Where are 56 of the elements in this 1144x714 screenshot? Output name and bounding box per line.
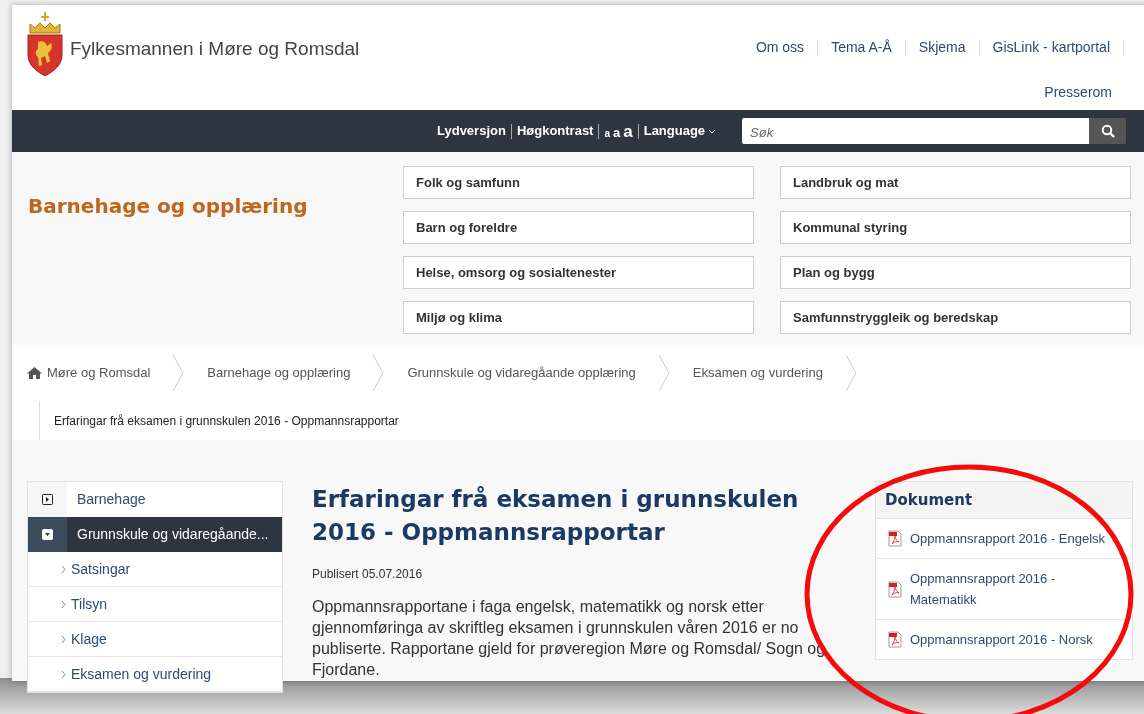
sidebar-item[interactable]: Grunnskule og vidaregåande... [28, 517, 282, 552]
top-link[interactable]: Om oss [755, 37, 805, 58]
search-field[interactable]: Søk [742, 118, 1089, 144]
pdf-icon [888, 530, 902, 547]
toolbar-link[interactable]: Høgkontrast [516, 121, 594, 141]
publish-date: Publisert 05.07.2016 [312, 566, 424, 583]
document-link[interactable]: Oppmannsrapport 2016 - Engelsk [876, 519, 1132, 559]
breadcrumb-separator-icon [844, 354, 857, 392]
document-link[interactable]: Oppmannsrapport 2016 - Matematikk [876, 559, 1132, 620]
breadcrumb-separator-icon [172, 354, 185, 392]
top-link[interactable]: Skjema [918, 37, 966, 58]
coat-of-arms-icon [26, 10, 64, 76]
documents-header: Dokument [876, 482, 1132, 519]
breadcrumb-link[interactable]: Møre og Romsdal [27, 363, 151, 383]
breadcrumb-link[interactable]: Eksamen og vurdering [692, 363, 823, 383]
document-link[interactable]: Oppmannsrapport 2016 - Norsk [876, 620, 1132, 659]
category-button[interactable]: Plan og bygg [780, 256, 1131, 289]
category-button[interactable]: Miljø og klima [403, 301, 754, 334]
sidebar-subitem[interactable]: Satsingar [28, 552, 282, 587]
sidebar-subitem[interactable]: Tilsyn [28, 587, 282, 622]
top-link[interactable]: Tema A-Å [831, 37, 892, 58]
chevron-right-icon [61, 599, 66, 609]
top-link[interactable]: Presserom [1044, 82, 1112, 103]
home-icon [27, 367, 42, 379]
breadcrumb-separator-icon [372, 354, 385, 392]
category-button[interactable]: Folk og samfunn [403, 166, 754, 199]
text-size-link[interactable]: a [623, 122, 633, 140]
language-dropdown[interactable]: Language [643, 121, 717, 141]
top-link[interactable]: GisLink - kartportal [992, 37, 1110, 58]
current-page-text: Erfaringar frå eksamen i grunnskulen 2016 - Oppmannsrapportar [54, 412, 399, 430]
category-button[interactable]: Barn og foreldre [403, 211, 754, 244]
site-title[interactable]: Fylkesmannen i Møre og Romsdal [70, 35, 360, 64]
category-button[interactable]: Samfunnstryggleik og beredskap [780, 301, 1131, 334]
pdf-icon [888, 580, 902, 598]
search-button[interactable] [1089, 118, 1126, 144]
expand-icon [42, 494, 53, 505]
article-title: Erfaringar frå eksamen i grunnskulen 2016 - Oppmannsrapportar [312, 485, 800, 547]
pdf-icon [888, 631, 902, 648]
chevron-right-icon [61, 669, 66, 679]
chevron-down-icon [708, 128, 717, 134]
search-icon [1100, 124, 1115, 138]
chevron-right-icon [61, 564, 66, 574]
collapse-icon [42, 529, 53, 540]
breadcrumb-separator-icon [657, 354, 670, 392]
text-size-link[interactable]: a [604, 128, 610, 139]
category-button[interactable]: Helse, omsorg og sosialtenester [403, 256, 754, 289]
breadcrumb-link[interactable]: Barnehage og opplæring [207, 363, 351, 383]
category-button[interactable]: Kommunal styring [780, 211, 1131, 244]
chevron-right-icon [61, 634, 66, 644]
breadcrumb-link[interactable]: Grunnskule og vidaregåande opplæring [407, 363, 636, 383]
category-button[interactable]: Landbruk og mat [780, 166, 1131, 199]
sidebar-subitem[interactable]: Eksamen og vurdering [28, 657, 282, 692]
toolbar-link[interactable]: Lydversjon [437, 121, 506, 141]
text-size-link[interactable]: a [613, 125, 621, 139]
sidebar-subitem[interactable]: Klage [28, 622, 282, 657]
section-title: Barnehage og opplæring [27, 193, 309, 220]
